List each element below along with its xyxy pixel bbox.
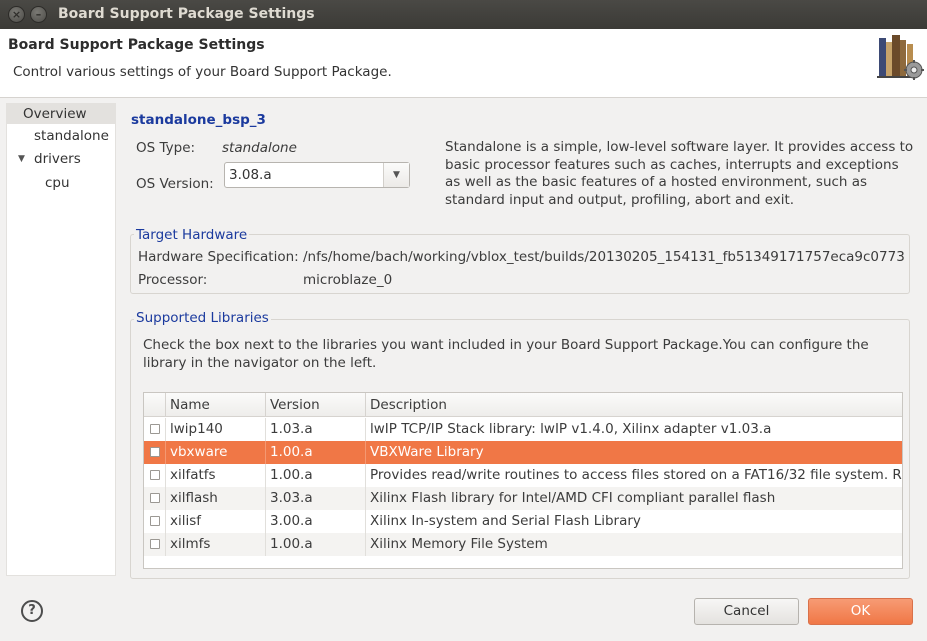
nav-item-standalone[interactable]: standalone [34,128,109,144]
window-title: Board Support Package Settings [58,6,315,22]
table-row[interactable]: vbxware 1.00.a VBXWare Library [144,441,902,464]
library-version: 1.03.a [265,418,365,441]
books-gear-icon [877,35,924,80]
os-type-label: OS Type: [136,140,196,156]
library-description: VBXWare Library [365,441,902,464]
processor-label: Processor: [138,272,208,288]
library-checkbox[interactable] [150,516,160,526]
library-description: Xilinx Flash library for Intel/AMD CFI c… [365,487,902,510]
window-titlebar: × – Board Support Package Settings [0,0,927,29]
os-version-label: OS Version: [136,176,214,192]
library-version: 3.03.a [265,487,365,510]
library-description: lwIP TCP/IP Stack library: lwIP v1.4.0, … [365,418,902,441]
header-name[interactable]: Name [165,393,265,417]
window-minimize-button[interactable]: – [30,6,47,23]
library-name: xilflash [165,487,265,510]
library-description: Provides read/write routines to access f… [365,464,902,487]
nav-item-overview[interactable]: Overview [7,104,115,124]
library-name: vbxware [165,441,265,464]
library-name: xilfatfs [165,464,265,487]
library-description: Xilinx Memory File System [365,533,902,556]
library-description: Xilinx In-system and Serial Flash Librar… [365,510,902,533]
table-row[interactable]: xilfatfs 1.00.a Provides read/write rout… [144,464,902,487]
bsp-name: standalone_bsp_3 [131,112,266,128]
table-row[interactable]: xilflash 3.03.a Xilinx Flash library for… [144,487,902,510]
dialog-title: Board Support Package Settings [8,37,265,53]
library-version: 1.00.a [265,464,365,487]
library-checkbox[interactable] [150,424,160,434]
dialog-header: Board Support Package Settings Control v… [0,29,927,98]
header-check-column [144,393,165,417]
table-header: Name Version Description [144,393,902,417]
processor-value: microblaze_0 [303,272,393,288]
supported-libraries-title: Supported Libraries [134,310,271,326]
library-version: 1.00.a [265,533,365,556]
dropdown-arrow-icon[interactable]: ▼ [383,163,409,187]
window-close-button[interactable]: × [8,6,25,23]
library-name: xilisf [165,510,265,533]
table-row[interactable]: xilisf 3.00.a Xilinx In-system and Seria… [144,510,902,533]
dialog-subtitle: Control various settings of your Board S… [13,64,392,80]
ok-button[interactable]: OK [808,598,913,625]
target-hardware-title: Target Hardware [134,227,250,243]
nav-item-drivers[interactable]: drivers [34,151,81,167]
libraries-instructions: Check the box next to the libraries you … [143,337,869,371]
help-icon[interactable]: ? [21,600,43,622]
os-description: Standalone is a simple, low-level softwa… [445,139,914,208]
hw-spec-value: /nfs/home/bach/working/vblox_test/builds… [303,249,905,265]
nav-item-cpu[interactable]: cpu [45,175,70,191]
overview-panel: standalone_bsp_3 OS Type: standalone OS … [120,103,920,583]
library-checkbox[interactable] [150,493,160,503]
cancel-button[interactable]: Cancel [694,598,799,625]
library-name: lwip140 [165,418,265,441]
table-row[interactable]: xilmfs 1.00.a Xilinx Memory File System [144,533,902,556]
library-checkbox[interactable] [150,539,160,549]
library-checkbox[interactable] [150,470,160,480]
expand-triangle-icon[interactable]: ▼ [18,154,25,164]
library-name: xilmfs [165,533,265,556]
table-row[interactable]: lwip140 1.03.a lwIP TCP/IP Stack library… [144,418,902,441]
os-version-value: 3.08.a [229,167,272,183]
bsp-navigator: ▼ Overview standalone ▼ drivers cpu [6,103,116,576]
os-version-select[interactable]: 3.08.a ▼ [224,162,410,188]
os-type-value: standalone [222,140,297,156]
header-description[interactable]: Description [365,393,902,417]
header-version[interactable]: Version [265,393,365,417]
library-checkbox[interactable] [150,447,160,457]
library-version: 1.00.a [265,441,365,464]
hw-spec-label: Hardware Specification: [138,249,299,265]
libraries-table: Name Version Description lwip140 1.03.a … [143,392,903,569]
library-version: 3.00.a [265,510,365,533]
